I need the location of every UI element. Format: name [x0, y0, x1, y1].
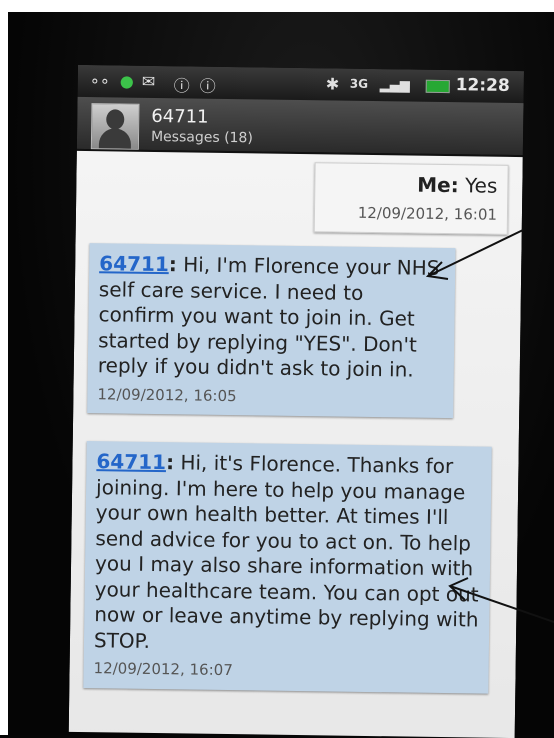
annotation-arrows — [425, 229, 554, 623]
arrow-2 — [449, 585, 554, 623]
arrow-1 — [427, 229, 524, 277]
